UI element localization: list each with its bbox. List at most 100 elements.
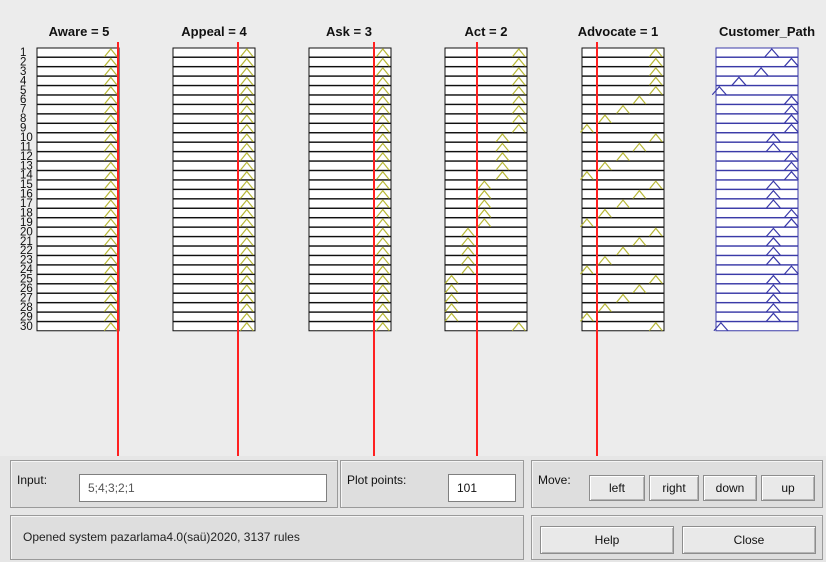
rule-cell (172, 226, 256, 237)
move-up-button[interactable]: up (761, 475, 815, 501)
rule-cell (715, 302, 799, 313)
rule-cell (36, 283, 120, 294)
rule-cell (715, 226, 799, 237)
rule-cell (715, 189, 799, 200)
rule-cell (308, 94, 392, 105)
rule-cell (308, 245, 392, 256)
rule-cell (36, 75, 120, 86)
move-left-button[interactable]: left (589, 475, 645, 501)
rule-cell (36, 274, 120, 285)
rule-cell (308, 255, 392, 266)
rule-cell (172, 141, 256, 152)
rule-cell (36, 56, 120, 67)
rule-cell (36, 311, 120, 322)
rule-cell (36, 47, 120, 58)
move-panel: Move: left right down up (531, 460, 823, 508)
rule-cell (308, 66, 392, 77)
rule-cell (715, 245, 799, 256)
close-button[interactable]: Close (682, 526, 816, 554)
rule-cell (444, 189, 528, 200)
rule-cell (308, 302, 392, 313)
rule-cell (444, 207, 528, 218)
rule-cell (36, 179, 120, 190)
rule-cell (172, 207, 256, 218)
rule-cell (172, 245, 256, 256)
rule-cell (308, 264, 392, 275)
rule-cell (715, 85, 799, 96)
rule-cell (308, 226, 392, 237)
rule-cell (172, 264, 256, 275)
rule-cell (172, 47, 256, 58)
rule-cell (581, 217, 665, 228)
move-right-button[interactable]: right (649, 475, 699, 501)
rule-cell (172, 151, 256, 162)
rule-cell (308, 151, 392, 162)
rule-cell (172, 217, 256, 228)
rule-cell (172, 321, 256, 332)
rule-cell (581, 56, 665, 67)
rule-cell (36, 245, 120, 256)
rule-cell (172, 66, 256, 77)
column-header: Ask = 3 (326, 24, 372, 39)
rule-cell (715, 292, 799, 303)
rule-cell (444, 236, 528, 247)
rule-cell (715, 47, 799, 58)
rule-viewer-area: Aware = 5 Appeal = 4 Ask = 3 Act = 2 Advocat… (0, 0, 826, 456)
rule-cell (715, 321, 799, 332)
row-label: 30 (20, 321, 33, 333)
input-field[interactable]: 5;4;3;2;1 (79, 474, 327, 502)
column-header: Appeal = 4 (181, 24, 247, 39)
rule-cell (581, 264, 665, 275)
rule-cell (715, 132, 799, 143)
rule-cell (308, 321, 392, 332)
rule-cell (444, 179, 528, 190)
rule-cell (308, 283, 392, 294)
rule-cell (581, 141, 665, 152)
rule-cell (308, 311, 392, 322)
rule-cell (444, 264, 528, 275)
column-header: Act = 2 (465, 24, 508, 39)
rule-cell (715, 311, 799, 322)
rule-cell (36, 123, 120, 134)
rule-cell (36, 207, 120, 218)
rule-cell (444, 123, 528, 134)
rule-cell (172, 255, 256, 266)
rule-cell (308, 274, 392, 285)
plot-points-field[interactable]: 101 (448, 474, 516, 502)
rule-cell (36, 151, 120, 162)
rule-cell (172, 274, 256, 285)
rule-cell (172, 292, 256, 303)
rule-cell (308, 132, 392, 143)
rule-cell (581, 236, 665, 247)
rule-cell (36, 321, 120, 332)
help-button[interactable]: Help (540, 526, 674, 554)
rule-cell (444, 132, 528, 143)
rule-cell (308, 217, 392, 228)
rule-cell (308, 75, 392, 86)
rule-cell (444, 75, 528, 86)
action-panel: Help Close (531, 515, 823, 560)
rule-cell (715, 274, 799, 285)
rule-cell (172, 198, 256, 209)
rule-cell (715, 179, 799, 190)
rule-cell (308, 104, 392, 115)
move-down-button[interactable]: down (703, 475, 757, 501)
rule-cell (581, 189, 665, 200)
rule-cell (308, 47, 392, 58)
rule-cell (581, 274, 665, 285)
rule-cell (444, 217, 528, 228)
rule-cell (172, 283, 256, 294)
rule-cell (308, 56, 392, 67)
rule-cell (444, 66, 528, 77)
column-header: Aware = 5 (49, 24, 110, 39)
rule-cell (172, 160, 256, 171)
rule-cell (172, 189, 256, 200)
rule-cell (308, 179, 392, 190)
rule-cell (172, 170, 256, 181)
rule-cell (36, 160, 120, 171)
rule-cell (581, 255, 665, 266)
rule-cell (36, 217, 120, 228)
rule-cell (581, 311, 665, 322)
rule-cell (308, 292, 392, 303)
rule-cell (172, 104, 256, 115)
